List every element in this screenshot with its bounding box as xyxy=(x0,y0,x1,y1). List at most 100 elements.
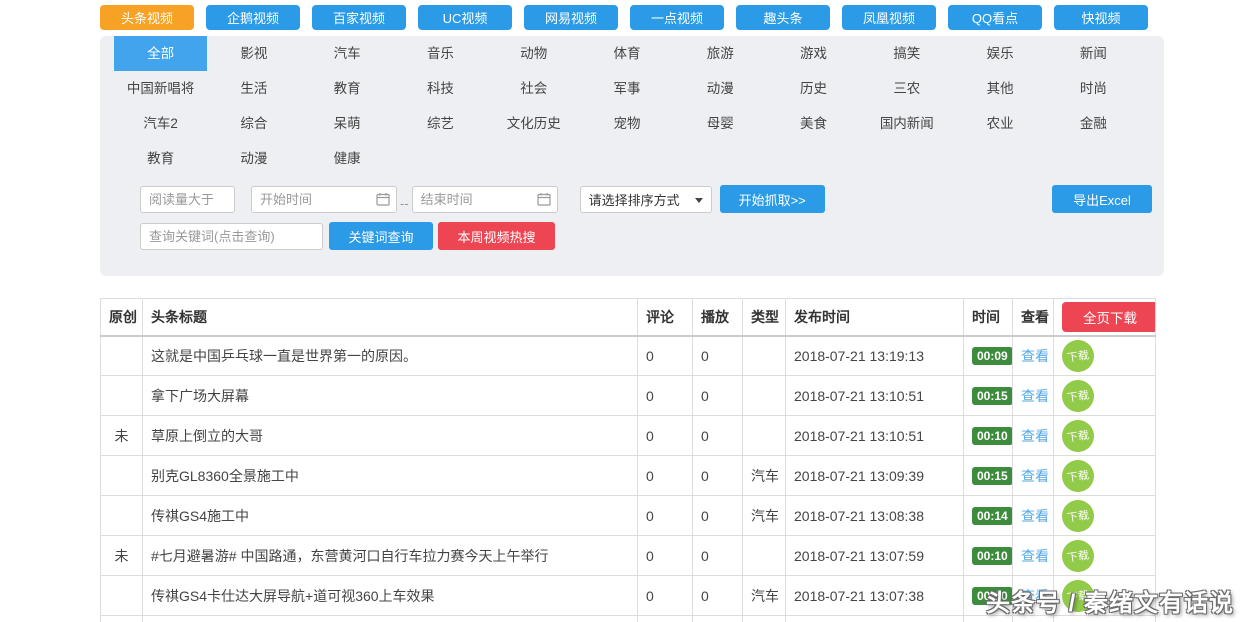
duration-cell: 00:09 xyxy=(964,336,1013,376)
duration-badge: 00:15 xyxy=(972,467,1013,485)
category-item[interactable]: 教育 xyxy=(114,141,207,176)
platform-tab[interactable]: 凤凰视频 xyxy=(842,5,936,30)
category-item[interactable]: 金融 xyxy=(1047,106,1140,141)
table-row: 拿下广场大屏幕002018-07-21 13:10:5100:15查看下载 xyxy=(101,376,1156,416)
weekly-hot-button[interactable]: 本周视频热搜 xyxy=(438,222,555,250)
category-item[interactable]: 综合 xyxy=(207,106,300,141)
view-link[interactable]: 查看 xyxy=(1021,348,1049,364)
plays-cell: 0 xyxy=(693,336,743,376)
platform-tab[interactable]: 百家视频 xyxy=(312,5,406,30)
category-item[interactable]: 呆萌 xyxy=(301,106,394,141)
category-item[interactable]: 宠物 xyxy=(580,106,673,141)
category-item[interactable]: 教育 xyxy=(301,71,394,106)
type-cell xyxy=(743,536,786,576)
end-time-wrap xyxy=(412,186,558,213)
download-cell: 下载 xyxy=(1054,496,1156,536)
watermark: 头条号 / 秦绪文有话说 xyxy=(986,583,1234,618)
category-item[interactable]: 科技 xyxy=(394,71,487,106)
view-link[interactable]: 查看 xyxy=(1021,468,1049,484)
category-item[interactable]: 文化历史 xyxy=(487,106,580,141)
category-item[interactable]: 生活 xyxy=(207,71,300,106)
calendar-icon[interactable] xyxy=(537,192,551,206)
keyword-search-button[interactable]: 关键词查询 xyxy=(329,222,433,250)
category-item[interactable]: 美食 xyxy=(767,106,860,141)
download-button[interactable]: 下载 xyxy=(1060,497,1096,533)
category-item[interactable]: 新闻 xyxy=(1047,36,1140,71)
category-item[interactable]: 汽车 xyxy=(301,36,394,71)
category-item[interactable]: 国内新闻 xyxy=(860,106,953,141)
calendar-icon[interactable] xyxy=(376,192,390,206)
duration-cell: 00:10 xyxy=(964,416,1013,456)
category-item[interactable]: 中国新唱将 xyxy=(114,71,207,106)
download-all-button[interactable]: 全页下载 xyxy=(1062,302,1156,332)
platform-tab[interactable]: 快视频 xyxy=(1054,5,1148,30)
download-button[interactable]: 下载 xyxy=(1060,377,1096,413)
category-item[interactable]: 音乐 xyxy=(394,36,487,71)
platform-tab[interactable]: 网易视频 xyxy=(524,5,618,30)
download-button[interactable]: 下载 xyxy=(1060,417,1096,453)
view-link[interactable]: 查看 xyxy=(1021,428,1049,444)
platform-tab[interactable]: 头条视频 xyxy=(100,5,194,30)
duration-cell: 00:14 xyxy=(964,496,1013,536)
category-item[interactable]: 动物 xyxy=(487,36,580,71)
download-button[interactable]: 下载 xyxy=(1060,457,1096,493)
category-item[interactable]: 影视 xyxy=(207,36,300,71)
category-grid: 全部影视汽车音乐动物体育旅游游戏搞笑娱乐新闻中国新唱将生活教育科技社会军事动漫历… xyxy=(100,36,1140,176)
keyword-input[interactable] xyxy=(140,223,323,250)
category-item[interactable]: 三农 xyxy=(860,71,953,106)
view-cell: 查看 xyxy=(1013,336,1054,376)
category-item[interactable]: 娱乐 xyxy=(953,36,1046,71)
category-item[interactable]: 时尚 xyxy=(1047,71,1140,106)
category-item[interactable]: 健康 xyxy=(301,141,394,176)
download-button[interactable]: 下载 xyxy=(1060,537,1096,573)
category-item[interactable]: 动漫 xyxy=(674,71,767,106)
platform-tab[interactable]: UC视频 xyxy=(418,5,512,30)
category-item[interactable]: 体育 xyxy=(580,36,673,71)
results-table-head: 原创头条标题评论播放类型发布时间时间查看全页下载 xyxy=(101,299,1156,336)
view-link[interactable]: 查看 xyxy=(1021,388,1049,404)
category-item[interactable]: 母婴 xyxy=(674,106,767,141)
category-item[interactable]: 其他 xyxy=(953,71,1046,106)
export-excel-button[interactable]: 导出Excel xyxy=(1052,185,1152,213)
date-range-separator: -- xyxy=(400,196,409,211)
category-item[interactable]: 全部 xyxy=(114,36,207,71)
platform-tab[interactable]: 趣头条 xyxy=(736,5,830,30)
title-cell: 这就是中国乒乓球一直是世界第一的原因。 xyxy=(143,336,638,376)
read-count-input[interactable] xyxy=(140,186,235,213)
duration-badge: 00:09 xyxy=(972,347,1013,365)
category-item[interactable]: 动漫 xyxy=(207,141,300,176)
comments-cell: 0 xyxy=(638,376,693,416)
platform-tab[interactable]: 企鹅视频 xyxy=(206,5,300,30)
download-cell: 下载 xyxy=(1054,416,1156,456)
category-item[interactable]: 社会 xyxy=(487,71,580,106)
empty-cell xyxy=(743,616,786,622)
platform-tabs: 头条视频企鹅视频百家视频 UC视频网易视频一点视频趣头条凤凰视频 QQ看点快视频 xyxy=(100,5,1148,30)
duration-badge: 00:10 xyxy=(972,547,1013,565)
category-item[interactable]: 历史 xyxy=(767,71,860,106)
empty-cell xyxy=(638,616,693,622)
title-cell: #七月避暑游# 中国路通，东营黄河口自行车拉力赛今天上午举行 xyxy=(143,536,638,576)
category-item[interactable]: 搞笑 xyxy=(860,36,953,71)
original-flag-cell: 未 xyxy=(101,536,143,576)
title-cell: 传祺GS4施工中 xyxy=(143,496,638,536)
view-link[interactable]: 查看 xyxy=(1021,508,1049,524)
sort-select[interactable]: 请选择排序方式 xyxy=(580,186,712,213)
category-item[interactable]: 汽车2 xyxy=(114,106,207,141)
download-button[interactable]: 下载 xyxy=(1060,338,1096,374)
results-table-body: 这就是中国乒乓球一直是世界第一的原因。002018-07-21 13:19:13… xyxy=(101,336,1156,622)
platform-tab[interactable]: QQ看点 xyxy=(948,5,1042,30)
category-item[interactable]: 军事 xyxy=(580,71,673,106)
start-crawl-button[interactable]: 开始抓取>> xyxy=(720,185,825,213)
category-item[interactable]: 游戏 xyxy=(767,36,860,71)
category-item[interactable]: 综艺 xyxy=(394,106,487,141)
download-cell: 下载 xyxy=(1054,336,1156,376)
sort-select-value: 请选择排序方式 xyxy=(589,190,680,209)
platform-tab[interactable]: 一点视频 xyxy=(630,5,724,30)
category-item[interactable]: 农业 xyxy=(953,106,1046,141)
view-link[interactable]: 查看 xyxy=(1021,548,1049,564)
column-header: 类型 xyxy=(743,299,786,336)
category-item[interactable]: 旅游 xyxy=(674,36,767,71)
original-flag-cell xyxy=(101,456,143,496)
filter-row-main: -- 请选择排序方式 开始抓取>> 导出Excel xyxy=(100,185,1164,213)
filter-panel: 全部影视汽车音乐动物体育旅游游戏搞笑娱乐新闻中国新唱将生活教育科技社会军事动漫历… xyxy=(100,36,1164,276)
